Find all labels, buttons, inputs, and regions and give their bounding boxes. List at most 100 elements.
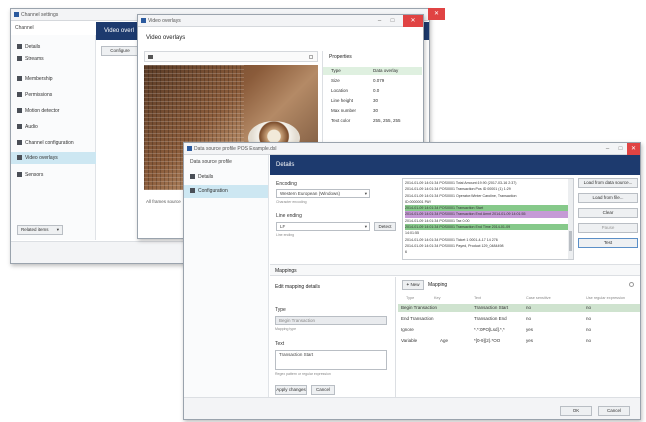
maximize-button[interactable]: □: [614, 143, 627, 155]
data-source-profile-window: Data source profile POS Example.dsl – □ …: [183, 142, 641, 420]
title-bar: Data source profile POS Example.dsl: [184, 143, 640, 155]
edit-mapping-panel: Edit mapping details Type Begin Transact…: [270, 277, 396, 399]
mapping-toolbar: + New Mapping: [398, 277, 640, 293]
table-row[interactable]: Ignore *.*:0PO[Lsd].*,* yes no: [398, 326, 640, 334]
text-hint: Regex pattern or regular expression: [275, 372, 331, 376]
scrollbar-thumb[interactable]: [569, 231, 572, 251]
edit-mapping-label: Edit mapping details: [275, 284, 321, 290]
lock-icon: [17, 92, 22, 98]
mapping-table: Type Key Text Case sensitive Use regular…: [398, 295, 640, 399]
sidebar-header: Data source profile: [190, 159, 232, 165]
text-label: Text: [275, 341, 285, 347]
text-field[interactable]: Transaction Start: [275, 350, 387, 370]
type-label: Type: [275, 307, 286, 313]
cancel-dialog-button[interactable]: Cancel: [598, 406, 630, 416]
log-line: 6: [405, 250, 407, 255]
sidebar: Details Streams Membership Permissions M…: [11, 35, 96, 240]
sensor-icon: [17, 172, 22, 178]
apply-changes-button[interactable]: Apply changes: [275, 385, 307, 395]
properties-label: Properties: [329, 54, 352, 60]
settings-icon[interactable]: [309, 55, 313, 59]
maximize-button[interactable]: □: [386, 15, 399, 27]
config-icon: [17, 140, 22, 146]
encoding-label: Encoding: [276, 181, 297, 187]
property-row[interactable]: Size 0.079: [323, 77, 422, 85]
pencil-icon: [190, 174, 195, 180]
app-icon: [141, 18, 146, 23]
line-ending-hint: Line ending: [276, 233, 295, 237]
window-title: Video overlays: [148, 18, 181, 24]
sidebar: Data source profile Details Configuratio…: [184, 155, 269, 397]
type-field[interactable]: Begin Transaction: [275, 316, 387, 325]
table-row[interactable]: End Transaction Transaction End no no: [398, 315, 640, 323]
sidebar-item-audio[interactable]: Audio: [17, 121, 38, 133]
cancel-button[interactable]: Cancel: [311, 385, 335, 395]
minimize-button[interactable]: –: [601, 143, 614, 155]
sidebar-item-details[interactable]: Details: [17, 41, 40, 53]
mappings-label: Mappings: [275, 268, 297, 274]
overlay-header: Video overlays: [146, 35, 186, 41]
sidebar-item-streams[interactable]: Streams: [17, 53, 44, 65]
back-window-close-button[interactable]: ✕: [428, 8, 445, 20]
line-ending-label: Line ending: [276, 213, 302, 219]
property-row[interactable]: Text color 255, 255, 255: [323, 117, 422, 125]
log-viewer[interactable]: 2014-01-09 14:01:34 POS0001 Total Amount…: [402, 178, 574, 260]
sidebar-item-permissions[interactable]: Permissions: [17, 89, 52, 101]
table-row[interactable]: Variable Age *[0-9]{2}.*OO yes no: [398, 337, 640, 345]
chevron-down-icon: ▾: [364, 191, 367, 196]
load-from-file-button[interactable]: Load from file...: [578, 193, 638, 203]
mappings-section: Mappings: [270, 264, 640, 276]
minimize-button[interactable]: –: [373, 15, 386, 27]
encoding-select[interactable]: Western European (Windows) ▾: [276, 189, 370, 198]
window-title: Channel settings: [21, 12, 59, 18]
app-icon: [187, 146, 192, 151]
sidebar-item-channel-configuration[interactable]: Channel configuration: [17, 137, 74, 149]
table-row-selected[interactable]: Begin Transaction Transaction Start no n…: [398, 304, 640, 312]
sidebar-item-sensors[interactable]: Sensors: [17, 169, 43, 181]
pencil-icon: [17, 44, 22, 50]
speaker-icon: [17, 124, 22, 130]
config-icon: [190, 188, 195, 194]
sidebar-item-video-overlays[interactable]: Video overlays: [11, 152, 96, 164]
clear-button[interactable]: Clear: [578, 208, 638, 218]
close-button[interactable]: ✕: [403, 15, 423, 27]
header-text: Video overl: [104, 28, 134, 34]
line-ending-select[interactable]: LF ▾: [276, 222, 370, 231]
chevron-down-icon: ▾: [56, 227, 59, 232]
chevron-down-icon: ▾: [364, 224, 367, 229]
load-from-data-source-button[interactable]: Load from data source...: [578, 178, 638, 188]
sidebar-item-motion-detector[interactable]: Motion detector: [17, 105, 59, 117]
configure-button[interactable]: Configure: [101, 46, 139, 56]
ok-button[interactable]: OK: [560, 406, 592, 416]
membership-icon: [17, 76, 22, 82]
settings-icon[interactable]: [629, 282, 634, 287]
stream-icon: [17, 56, 22, 62]
sidebar-item-configuration[interactable]: Configuration: [184, 185, 268, 198]
property-row[interactable]: Max number 30: [323, 107, 422, 115]
encoding-hint: Character encoding: [276, 200, 307, 204]
log-scrollbar[interactable]: [568, 179, 573, 259]
pause-button[interactable]: Pause: [578, 223, 638, 233]
close-button[interactable]: ✕: [627, 143, 640, 155]
test-button[interactable]: Test: [578, 238, 638, 248]
sidebar-item-details[interactable]: Details: [190, 171, 213, 183]
property-row[interactable]: Type Data overlay: [323, 67, 422, 75]
preview-footer-note: All frames source: [146, 199, 181, 204]
channel-label: Channel: [15, 25, 34, 31]
related-items-button[interactable]: Related items ▾: [17, 225, 63, 235]
property-row[interactable]: Line height 30: [323, 97, 422, 105]
header-text: Details: [276, 162, 295, 168]
window-title: Data source profile POS Example.dsl: [194, 146, 277, 152]
content-header: Details: [270, 155, 640, 175]
preview-toolbar: [144, 51, 318, 62]
detect-button[interactable]: Detect: [374, 222, 396, 231]
app-icon: [14, 12, 19, 17]
new-mapping-button[interactable]: + New: [402, 280, 424, 290]
sidebar-item-membership[interactable]: Membership: [17, 73, 53, 85]
property-row[interactable]: Location 0.0: [323, 87, 422, 95]
mapping-label: Mapping: [428, 282, 448, 288]
table-header: Type Key Text Case sensitive Use regular…: [406, 296, 626, 300]
overlay-icon: [17, 155, 22, 161]
motion-icon: [17, 108, 22, 114]
camera-icon[interactable]: [148, 55, 153, 59]
